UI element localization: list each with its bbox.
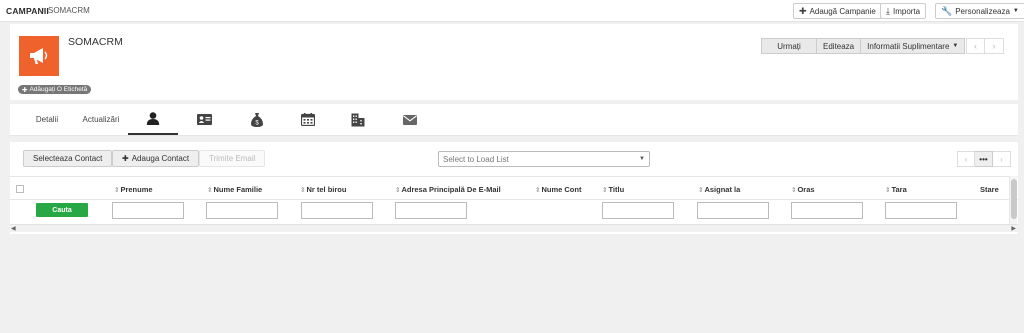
- column-header[interactable]: Stare: [980, 185, 999, 194]
- envelope-icon: [403, 114, 417, 125]
- contacts-subpanel: Selecteaza Contact ✚ Adauga Contact Trim…: [10, 142, 1018, 234]
- next-page-icon[interactable]: ›: [993, 151, 1011, 167]
- import-label: Importa: [892, 6, 921, 16]
- next-record-icon[interactable]: ›: [985, 38, 1004, 54]
- tab-companies[interactable]: [343, 104, 373, 135]
- scroll-right-icon[interactable]: ▶: [1011, 225, 1016, 232]
- personalize-label: Personalizeaza: [955, 6, 1010, 16]
- column-header[interactable]: ⇕Nume Cont: [535, 185, 581, 194]
- filter-title-input[interactable]: [602, 202, 674, 219]
- import-button[interactable]: ⤓ Importa: [880, 3, 927, 19]
- plus-icon: ✚: [22, 86, 28, 94]
- tab-accounts[interactable]: [188, 104, 220, 135]
- filter-email-input[interactable]: [395, 202, 467, 219]
- caret-down-icon: ▼: [952, 43, 959, 49]
- record-tabs: Detalii Actualizări $: [10, 104, 1018, 136]
- download-icon: ⤓: [886, 5, 890, 16]
- list-pager: ‹ ••• ›: [957, 151, 1011, 167]
- caret-down-icon: ▼: [1012, 8, 1019, 14]
- tab-contacts[interactable]: [128, 104, 178, 135]
- tab-activities[interactable]: [292, 104, 324, 135]
- tab-opportunities[interactable]: $: [242, 104, 272, 135]
- record-header: SOMACRM ✚ Adăugați O Etichetă Urmați Edi…: [10, 24, 1018, 100]
- scroll-left-icon[interactable]: ◀: [11, 225, 16, 232]
- column-header[interactable]: ⇕Nr tel birou: [300, 185, 346, 194]
- horizontal-scrollbar[interactable]: ◀ ▶: [10, 224, 1018, 232]
- caret-down-icon: ▼: [639, 156, 645, 162]
- add-tag-button[interactable]: ✚ Adăugați O Etichetă: [18, 85, 92, 94]
- add-campaign-button[interactable]: ✚ Adaugă Campanie: [793, 3, 882, 19]
- calendar-icon: [301, 113, 315, 126]
- filter-office-phone-input[interactable]: [301, 202, 373, 219]
- column-header-label: Tara: [891, 185, 907, 194]
- search-button[interactable]: Cauta: [36, 203, 88, 217]
- column-header[interactable]: ⇕Prenume: [114, 185, 153, 194]
- money-bag-icon: $: [251, 112, 263, 127]
- column-header-label: Titlu: [608, 185, 625, 194]
- wrench-icon: 🔧: [941, 5, 953, 16]
- more-info-label: Informatii Suplimentare: [867, 41, 950, 51]
- add-tag-label: Adăugați O Etichetă: [29, 86, 88, 93]
- vertical-scrollbar[interactable]: [1009, 176, 1017, 224]
- send-email-button[interactable]: Trimite Email: [199, 150, 266, 167]
- filter-assigned-input[interactable]: [697, 202, 769, 219]
- breadcrumb-separator: >: [41, 5, 47, 15]
- filter-last-name-input[interactable]: [206, 202, 278, 219]
- edit-button[interactable]: Editeaza: [817, 38, 862, 54]
- column-header-label: Nume Familie: [213, 185, 263, 194]
- filter-first-name-input[interactable]: [112, 202, 184, 219]
- select-contact-button[interactable]: Selecteaza Contact: [23, 150, 113, 167]
- plus-icon: ✚: [799, 5, 807, 16]
- load-list-placeholder: Select to Load List: [443, 154, 509, 164]
- column-header[interactable]: ⇕Adresa Principală De E-Mail: [395, 185, 501, 194]
- contact-person-icon: [146, 112, 160, 125]
- tab-updates[interactable]: Actualizări: [78, 104, 124, 135]
- personalize-button[interactable]: 🔧 Personalizeaza ▼: [935, 3, 1024, 19]
- column-header[interactable]: ⇕Tara: [885, 185, 907, 194]
- previous-record-icon[interactable]: ‹: [966, 38, 985, 54]
- building-icon: [351, 113, 365, 126]
- column-header-label: Nr tel birou: [306, 185, 347, 194]
- follow-button[interactable]: Urmați: [761, 38, 817, 54]
- column-header-label: Prenume: [120, 185, 153, 194]
- id-card-icon: [196, 114, 212, 125]
- column-header-label: Adresa Principală De E-Mail: [401, 185, 501, 194]
- page-menu-button[interactable]: •••: [975, 151, 993, 167]
- column-header-label: Asignat la: [704, 185, 741, 194]
- filter-country-input[interactable]: [885, 202, 957, 219]
- add-contact-label: Adauga Contact: [131, 154, 190, 163]
- tab-emails[interactable]: [395, 104, 425, 135]
- column-header[interactable]: ⇕Nume Familie: [207, 185, 262, 194]
- load-list-select[interactable]: Select to Load List ▼: [438, 151, 650, 167]
- scrollbar-thumb[interactable]: [1011, 179, 1017, 219]
- megaphone-icon: [19, 36, 59, 76]
- more-info-button[interactable]: Informatii Suplimentare ▼: [861, 38, 966, 54]
- select-all-checkbox[interactable]: [16, 185, 24, 193]
- column-header[interactable]: ⇕Oras: [791, 185, 815, 194]
- add-campaign-label: Adaugă Campanie: [809, 6, 876, 16]
- table-header: ⇕Prenume ⇕Nume Familie ⇕Nr tel birou ⇕Ad…: [10, 176, 1018, 200]
- record-navigation: ‹ ›: [966, 38, 1004, 54]
- previous-page-icon[interactable]: ‹: [957, 151, 975, 167]
- filter-city-input[interactable]: [791, 202, 863, 219]
- record-actions: Urmați Editeaza Informatii Suplimentare …: [761, 38, 966, 54]
- record-title: SOMACRM: [68, 36, 123, 48]
- column-header[interactable]: ⇕Asignat la: [698, 185, 740, 194]
- filter-row: Cauta: [10, 200, 1018, 224]
- tab-details[interactable]: Detalii: [30, 104, 64, 135]
- column-header[interactable]: ⇕Titlu: [602, 185, 624, 194]
- plus-icon: ✚: [122, 154, 129, 163]
- add-contact-button[interactable]: ✚ Adauga Contact: [112, 150, 200, 167]
- top-bar: CAMPANII > SOMACRM ✚ Adaugă Campanie ⤓ I…: [0, 0, 1024, 22]
- breadcrumb-current: SOMACRM: [48, 6, 90, 15]
- column-header-label: Oras: [797, 185, 815, 194]
- column-header-label: Nume Cont: [541, 185, 582, 194]
